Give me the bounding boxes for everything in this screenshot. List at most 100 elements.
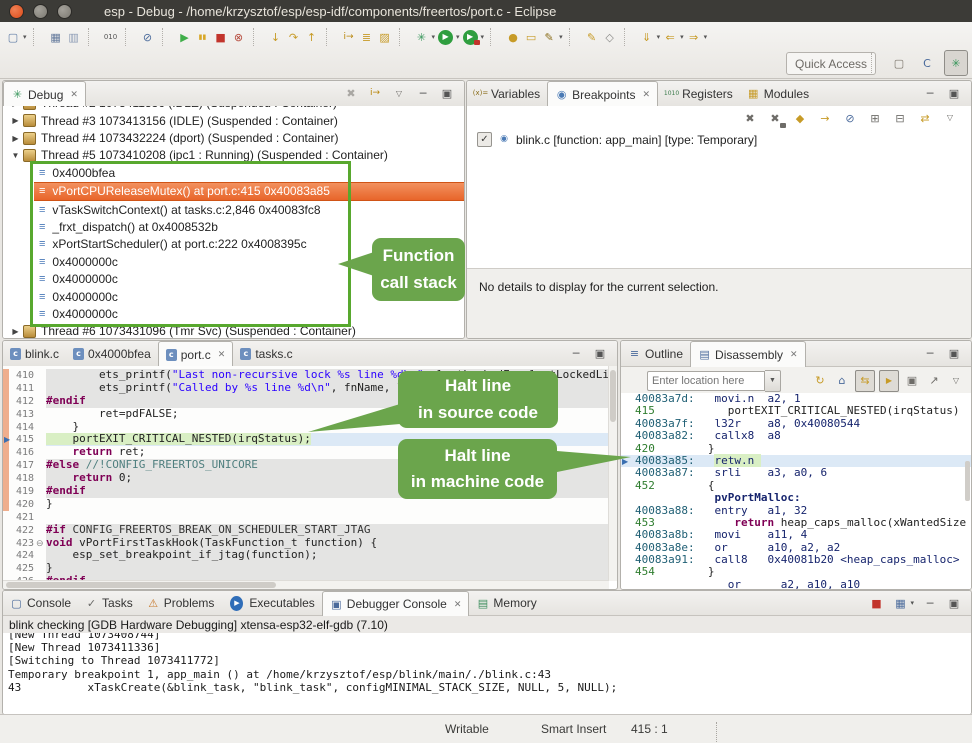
new-wizard-dropdown-icon[interactable]: ▾	[23, 33, 27, 41]
new-wizard-icon[interactable]: ▢	[4, 27, 22, 47]
close-tab-icon[interactable]: ✕	[454, 599, 462, 610]
skip-all-breakpoints-icon[interactable]: ⊘	[139, 27, 157, 47]
step-over-icon[interactable]: ↷	[285, 27, 303, 47]
forward-group[interactable]: ⇒▾	[685, 27, 709, 47]
close-tab-icon[interactable]: ✕	[218, 349, 226, 360]
maximize-icon[interactable]: ▣	[438, 84, 456, 104]
last-edit-location-dropdown-icon[interactable]: ▾	[657, 33, 661, 41]
thread-row[interactable]: ▼Thread #5 1073410208 (ipc1 : Running) (…	[3, 147, 464, 164]
run-icon[interactable]: ▶	[438, 30, 453, 45]
minimize-icon[interactable]: ─	[921, 84, 939, 104]
stack-frame-row[interactable]: ≡_frxt_dispatch() at 0x4008532b	[34, 218, 464, 235]
tree-expand-icon[interactable]: ▼	[10, 151, 21, 160]
show-execution-pointer-icon[interactable]: ≣	[358, 27, 376, 47]
last-edit-location-group[interactable]: ⇓▾	[638, 27, 662, 47]
save-icon[interactable]: ▦	[47, 27, 65, 47]
home-icon[interactable]: ⌂	[833, 371, 851, 391]
maximize-icon[interactable]: ▣	[591, 344, 609, 364]
tree-expand-icon[interactable]: ▶	[10, 106, 21, 108]
back-icon[interactable]: ⇐	[661, 27, 679, 47]
go-to-file-for-breakpoint-icon[interactable]: →	[816, 108, 834, 128]
show-supported-breakpoints-icon[interactable]: ◆	[791, 108, 809, 128]
tab-blink-c[interactable]: cblink.c	[3, 341, 66, 366]
fold-collapse-icon[interactable]: ⊖	[36, 538, 44, 549]
new-wizard-group[interactable]: ▢▾	[4, 27, 28, 47]
minimize-icon[interactable]: ─	[567, 344, 585, 364]
code-line[interactable]: 424 esp_set_breakpoint_if_jtag(function)…	[3, 549, 609, 562]
thread-row[interactable]: ▶Thread #4 1073432224 (dport) (Suspended…	[3, 129, 464, 146]
tab-debug[interactable]: ✳Debug✕	[3, 81, 86, 107]
stack-frame-row[interactable]: ≡vPortCPUReleaseMutex() at port.c:415 0x…	[34, 182, 464, 201]
skip-all-breakpoints-icon[interactable]: ⊘	[841, 108, 859, 128]
debug-dropdown-icon[interactable]: ▾	[432, 33, 436, 41]
console-output[interactable]: [New Thread 1073408744][New Thread 10734…	[3, 633, 971, 714]
window-close-button[interactable]	[9, 4, 24, 19]
window-minimize-button[interactable]	[33, 4, 48, 19]
run-group[interactable]: ▶▾	[436, 30, 461, 45]
pin-editor-icon[interactable]: ◇	[601, 27, 619, 47]
tree-expand-icon[interactable]: ▶	[10, 327, 21, 336]
display-selected-console-icon[interactable]: ▦	[891, 593, 909, 613]
maximize-icon[interactable]: ▣	[945, 344, 963, 364]
external-tools-group[interactable]: ▶▾	[461, 30, 486, 45]
tree-expand-icon[interactable]: ▶	[10, 134, 21, 143]
close-tab-icon[interactable]: ✕	[70, 89, 78, 100]
location-input[interactable]	[647, 371, 765, 391]
thread-row[interactable]: ▶Thread #6 1073431096 (Tmr Svc) (Suspend…	[3, 323, 464, 338]
tab-port-c[interactable]: cport.c✕	[158, 341, 234, 367]
last-edit-location-icon[interactable]: ⇓	[638, 27, 656, 47]
tab-executables[interactable]: ▶Executables	[221, 591, 321, 615]
view-menu-icon[interactable]: ▽	[947, 371, 965, 391]
terminate-console-icon[interactable]: ■	[867, 593, 885, 613]
disconnect-icon[interactable]: ⊗	[230, 27, 248, 47]
build-binary-icon[interactable]: 010	[102, 27, 120, 47]
disassembly-scrollbar[interactable]	[965, 461, 970, 501]
location-dropdown-icon[interactable]: ▼	[765, 370, 781, 392]
stack-frame-row[interactable]: ≡vTaskSwitchContext() at tasks.c:2,846 0…	[34, 201, 464, 218]
disassembly-listing[interactable]: 40083a7d: movi.n a2, 1415 portEXIT_CRITI…	[621, 393, 971, 589]
debug-group[interactable]: ✳▾	[413, 27, 437, 47]
run-dropdown-icon[interactable]: ▾	[456, 33, 460, 41]
view-menu-icon[interactable]: ▽	[390, 84, 408, 104]
resume-icon[interactable]: ▶	[176, 27, 194, 47]
step-into-icon[interactable]: ↓	[267, 27, 285, 47]
tab-debugger-console[interactable]: ▣Debugger Console✕	[322, 591, 470, 616]
maximize-icon[interactable]: ▣	[945, 84, 963, 104]
instruction-stepping-icon[interactable]: i→	[340, 27, 358, 47]
tab-tasks-c[interactable]: ctasks.c	[233, 341, 299, 366]
code-line[interactable]: 420}	[3, 498, 609, 511]
tab-memory[interactable]: ▤Memory	[469, 591, 543, 615]
save-all-icon[interactable]: ▥	[65, 27, 83, 47]
remove-all-terminated-icon[interactable]: ✖	[342, 84, 360, 104]
close-tab-icon[interactable]: ✕	[790, 349, 798, 360]
search-icon[interactable]: ✎	[540, 27, 558, 47]
collapse-all-icon[interactable]: ⊟	[891, 108, 909, 128]
quick-access-button[interactable]: Quick Access	[786, 52, 876, 75]
back-dropdown-icon[interactable]: ▾	[680, 33, 684, 41]
external-tools-dropdown-icon[interactable]: ▾	[481, 33, 485, 41]
minimize-icon[interactable]: ─	[414, 84, 432, 104]
tab-console[interactable]: ▢Console	[3, 591, 78, 615]
forward-dropdown-icon[interactable]: ▾	[704, 33, 708, 41]
follow-pc-icon[interactable]: ▶	[879, 370, 899, 392]
code-line[interactable]: 425}	[3, 562, 609, 575]
forward-icon[interactable]: ⇒	[685, 27, 703, 47]
tree-expand-icon[interactable]: ▶	[10, 116, 21, 125]
remove-all-breakpoints-icon[interactable]: ✖	[766, 108, 784, 128]
tab-problems[interactable]: ⚠Problems	[140, 591, 222, 615]
terminate-icon[interactable]: ■	[212, 27, 230, 47]
disassembly-row[interactable]: or a2, a10, a10	[621, 579, 971, 589]
cpp-perspective-button[interactable]: C	[916, 51, 938, 75]
tab-modules[interactable]: ▦Modules	[740, 81, 816, 106]
search-dropdown-icon[interactable]: ▾	[559, 33, 563, 41]
new-cpp-project-icon[interactable]: ●	[504, 27, 522, 47]
stack-frame-row[interactable]: ≡0x4000bfea	[34, 164, 464, 181]
remove-breakpoint-icon[interactable]: ✖	[741, 108, 759, 128]
minimize-icon[interactable]: ─	[921, 593, 939, 613]
tab-disassembly[interactable]: ▤Disassembly✕	[690, 341, 806, 367]
code-line[interactable]: 422#if CONFIG_FREERTOS_BREAK_ON_SCHEDULE…	[3, 524, 609, 537]
maximize-icon[interactable]: ▣	[945, 593, 963, 613]
search-group[interactable]: ✎▾	[540, 27, 564, 47]
tab-registers[interactable]: 1010Registers	[658, 81, 740, 106]
link-with-debug-view-icon[interactable]: ⇄	[916, 108, 934, 128]
